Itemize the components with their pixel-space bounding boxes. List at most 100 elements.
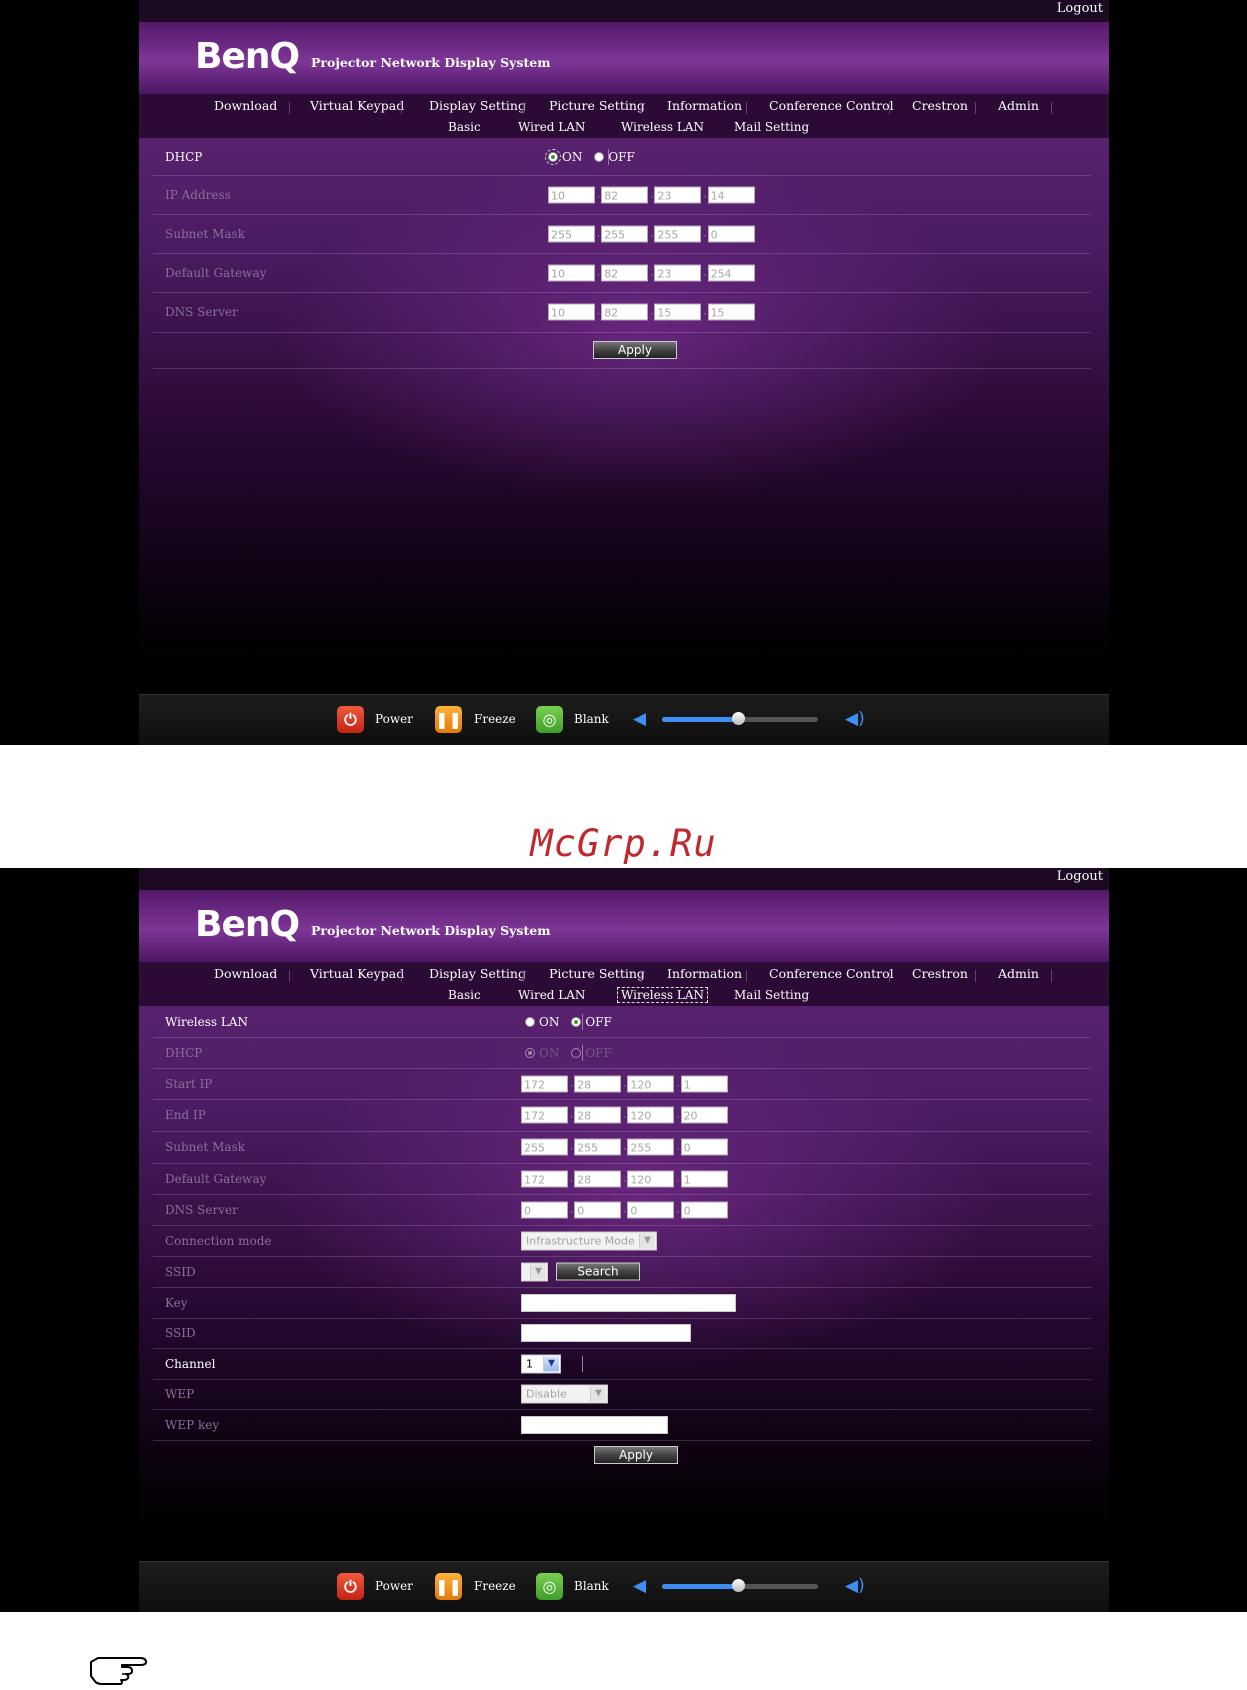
start-ip-label: Start IP: [165, 1076, 213, 1091]
volume-knob[interactable]: [732, 712, 746, 725]
mask-octet-3[interactable]: 255: [654, 225, 702, 242]
gateway-octet-1[interactable]: 10: [548, 264, 595, 281]
wireless-off-radio[interactable]: OFF: [571, 1015, 612, 1029]
subtab-wireless-lan[interactable]: Wireless LAN: [616, 987, 709, 1003]
nav-virtual-keypad[interactable]: Virtual Keypad: [310, 966, 404, 981]
subtab-wireless-lan[interactable]: Wireless LAN: [618, 120, 707, 134]
nav-display-setting[interactable]: Display Setting: [429, 966, 526, 981]
blank-icon[interactable]: ◎: [536, 706, 563, 733]
blank-icon[interactable]: ◎: [536, 1573, 563, 1600]
nav-information[interactable]: Information: [667, 98, 742, 113]
gateway-octet-4[interactable]: 254: [707, 264, 755, 281]
nav-separator: [746, 970, 747, 982]
gateway-octet-3[interactable]: 120: [627, 1170, 675, 1187]
start-ip-octet-4[interactable]: 1: [680, 1075, 728, 1092]
dhcp-on-radio[interactable]: ON: [545, 148, 582, 165]
dns-octet-2[interactable]: 0: [574, 1201, 622, 1218]
nav-picture-setting[interactable]: Picture Setting: [549, 98, 645, 113]
mask-octet-4[interactable]: 0: [707, 225, 755, 242]
end-ip-octet-4[interactable]: 20: [680, 1106, 728, 1124]
freeze-icon[interactable]: ❚❚: [435, 1573, 462, 1600]
nav-conference-control[interactable]: Conference Control: [769, 98, 894, 113]
channel-select[interactable]: 1 ▼: [521, 1354, 561, 1373]
dhcp-off-radio[interactable]: OFF: [594, 150, 635, 164]
ssid-select[interactable]: ▼: [521, 1262, 548, 1281]
subtab-mail-setting[interactable]: Mail Setting: [731, 988, 812, 1002]
volume-slider[interactable]: [662, 712, 818, 725]
power-icon[interactable]: ⏻: [337, 706, 364, 733]
volume-knob[interactable]: [732, 1579, 746, 1592]
ip-address-row: IP Address 10. 82. 23. 14: [153, 175, 1091, 215]
default-gateway-label: Default Gateway: [165, 1171, 267, 1186]
nav-information[interactable]: Information: [667, 966, 742, 981]
volume-up-icon[interactable]: ◀): [845, 709, 865, 729]
nav-crestron[interactable]: Crestron: [912, 98, 968, 113]
dhcp-on-radio[interactable]: ON: [525, 1046, 559, 1060]
gateway-octet-3[interactable]: 23: [654, 264, 702, 281]
wep-key-input[interactable]: [521, 1415, 668, 1434]
dns-octet-4[interactable]: 15: [707, 303, 755, 321]
subtab-basic[interactable]: Basic: [445, 120, 484, 134]
power-icon[interactable]: ⏻: [337, 1573, 364, 1600]
search-button[interactable]: Search: [556, 1262, 640, 1281]
nav-download[interactable]: Download: [214, 98, 277, 113]
mask-octet-3[interactable]: 255: [627, 1138, 675, 1156]
subtab-wired-lan[interactable]: Wired LAN: [515, 120, 588, 134]
end-ip-octet-2[interactable]: 28: [574, 1106, 622, 1124]
nav-virtual-keypad[interactable]: Virtual Keypad: [310, 98, 404, 113]
nav-admin[interactable]: Admin: [998, 98, 1039, 113]
freeze-icon[interactable]: ❚❚: [435, 706, 462, 733]
subtab-mail-setting[interactable]: Mail Setting: [731, 120, 812, 134]
ip-octet-3[interactable]: 23: [654, 186, 702, 203]
wep-select[interactable]: Disable ▼: [521, 1384, 608, 1404]
ssid-input[interactable]: [521, 1324, 691, 1342]
wireless-on-radio[interactable]: ON: [525, 1015, 559, 1029]
gateway-octet-2[interactable]: 28: [574, 1170, 622, 1187]
connection-mode-select[interactable]: Infrastructure Mode ▼: [521, 1231, 657, 1250]
volume-down-icon[interactable]: ◀: [633, 1576, 646, 1596]
dns-octet-1[interactable]: 10: [548, 303, 595, 321]
nav-download[interactable]: Download: [214, 966, 277, 981]
logout-link[interactable]: Logout: [1057, 1, 1103, 16]
key-input[interactable]: [521, 1293, 736, 1312]
nav-conference-control[interactable]: Conference Control: [769, 966, 894, 981]
volume-down-icon[interactable]: ◀: [633, 709, 646, 729]
mask-octet-2[interactable]: 255: [574, 1138, 622, 1156]
apply-button[interactable]: Apply: [594, 1446, 678, 1464]
gateway-octet-4[interactable]: 1: [680, 1170, 728, 1187]
nav-crestron[interactable]: Crestron: [912, 966, 968, 981]
dns-octet-3[interactable]: 15: [654, 303, 702, 321]
volume-fill: [662, 717, 739, 722]
ip-octet-2[interactable]: 82: [601, 186, 649, 203]
dns-octet-4[interactable]: 0: [680, 1201, 728, 1218]
nav-separator: [746, 102, 747, 114]
dns-octet-2[interactable]: 82: [601, 303, 649, 321]
end-ip-octet-3[interactable]: 120: [627, 1106, 675, 1124]
ssid-scan-row: SSID ▼ Search: [153, 1256, 1091, 1288]
nav-admin[interactable]: Admin: [998, 966, 1039, 981]
subtab-basic[interactable]: Basic: [445, 988, 484, 1002]
start-ip-octet-1[interactable]: 172: [521, 1075, 568, 1092]
logout-link[interactable]: Logout: [1057, 869, 1103, 884]
dhcp-off-radio[interactable]: OFF: [571, 1046, 612, 1060]
end-ip-octet-1[interactable]: 172: [521, 1106, 568, 1124]
mask-octet-1[interactable]: 255: [548, 225, 595, 242]
gateway-octet-2[interactable]: 82: [601, 264, 649, 281]
nav-picture-setting[interactable]: Picture Setting: [549, 966, 645, 981]
mask-octet-2[interactable]: 255: [601, 225, 649, 242]
wep-key-row: WEP key: [153, 1409, 1091, 1441]
start-ip-octet-2[interactable]: 28: [574, 1075, 622, 1092]
dns-octet-3[interactable]: 0: [627, 1201, 675, 1218]
volume-slider[interactable]: [662, 1579, 818, 1592]
start-ip-octet-3[interactable]: 120: [627, 1075, 675, 1092]
subtab-wired-lan[interactable]: Wired LAN: [515, 988, 588, 1002]
volume-up-icon[interactable]: ◀): [845, 1576, 865, 1596]
dns-octet-1[interactable]: 0: [521, 1201, 568, 1218]
ip-octet-1[interactable]: 10: [548, 186, 595, 203]
gateway-octet-1[interactable]: 172: [521, 1170, 568, 1187]
mask-octet-4[interactable]: 0: [680, 1138, 728, 1156]
mask-octet-1[interactable]: 255: [521, 1138, 568, 1156]
nav-display-setting[interactable]: Display Setting: [429, 98, 526, 113]
ip-octet-4[interactable]: 14: [707, 186, 755, 203]
apply-button[interactable]: Apply: [593, 341, 677, 359]
